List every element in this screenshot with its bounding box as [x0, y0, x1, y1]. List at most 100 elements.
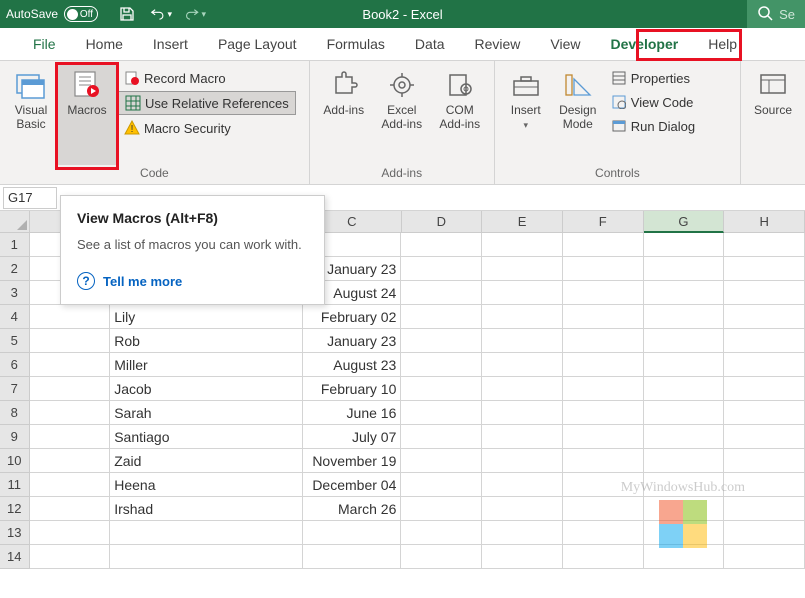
- tab-insert[interactable]: Insert: [138, 28, 203, 61]
- cell[interactable]: [401, 281, 482, 305]
- cell[interactable]: February 10: [303, 377, 401, 401]
- cell[interactable]: [644, 521, 725, 545]
- cell[interactable]: [110, 521, 303, 545]
- row-header[interactable]: 9: [0, 425, 30, 449]
- tab-review[interactable]: Review: [460, 28, 536, 61]
- record-macro-button[interactable]: Record Macro: [118, 67, 296, 89]
- cell[interactable]: March 26: [303, 497, 401, 521]
- cell[interactable]: [30, 545, 111, 569]
- cell[interactable]: [724, 281, 805, 305]
- cell[interactable]: [724, 449, 805, 473]
- cell[interactable]: [724, 377, 805, 401]
- cell[interactable]: Zaid: [110, 449, 303, 473]
- cell[interactable]: [563, 377, 644, 401]
- tell-me-more-link[interactable]: ? Tell me more: [77, 272, 308, 290]
- cell[interactable]: [563, 281, 644, 305]
- cell[interactable]: [303, 521, 401, 545]
- cell[interactable]: [401, 233, 482, 257]
- cell[interactable]: [30, 473, 111, 497]
- row-header[interactable]: 10: [0, 449, 30, 473]
- row-header[interactable]: 5: [0, 329, 30, 353]
- cell[interactable]: [644, 497, 725, 521]
- col-header-h[interactable]: H: [724, 211, 805, 233]
- cell[interactable]: [644, 377, 725, 401]
- cell[interactable]: [482, 377, 563, 401]
- row-header[interactable]: 14: [0, 545, 30, 569]
- tab-formulas[interactable]: Formulas: [312, 28, 400, 61]
- cell[interactable]: June 16: [303, 401, 401, 425]
- row-header[interactable]: 3: [0, 281, 30, 305]
- cell[interactable]: [724, 329, 805, 353]
- select-all-corner[interactable]: [0, 211, 30, 233]
- autosave-toggle[interactable]: AutoSave Off: [6, 6, 98, 22]
- cell[interactable]: [401, 449, 482, 473]
- cell[interactable]: [644, 233, 725, 257]
- tab-view[interactable]: View: [535, 28, 595, 61]
- cell[interactable]: [644, 473, 725, 497]
- cell[interactable]: [482, 425, 563, 449]
- cell[interactable]: [401, 329, 482, 353]
- tab-data[interactable]: Data: [400, 28, 460, 61]
- cell[interactable]: [482, 449, 563, 473]
- row-header[interactable]: 6: [0, 353, 30, 377]
- toggle-switch[interactable]: Off: [64, 6, 98, 22]
- cell[interactable]: November 19: [303, 449, 401, 473]
- cell[interactable]: [30, 497, 111, 521]
- row-header[interactable]: 13: [0, 521, 30, 545]
- cell[interactable]: [644, 329, 725, 353]
- cell[interactable]: [401, 545, 482, 569]
- cell[interactable]: [30, 353, 111, 377]
- cell[interactable]: [401, 377, 482, 401]
- cell[interactable]: [482, 473, 563, 497]
- cell[interactable]: Rob: [110, 329, 303, 353]
- cell[interactable]: January 23: [303, 329, 401, 353]
- cell[interactable]: [724, 521, 805, 545]
- cell[interactable]: [401, 425, 482, 449]
- cell[interactable]: [644, 281, 725, 305]
- cell[interactable]: [563, 401, 644, 425]
- cell[interactable]: [482, 329, 563, 353]
- cell[interactable]: Miller: [110, 353, 303, 377]
- cell[interactable]: August 23: [303, 353, 401, 377]
- cell[interactable]: [303, 545, 401, 569]
- cell[interactable]: [724, 473, 805, 497]
- cell[interactable]: [30, 425, 111, 449]
- row-header[interactable]: 11: [0, 473, 30, 497]
- use-relative-references-button[interactable]: Use Relative References: [118, 91, 296, 115]
- cell[interactable]: [30, 329, 111, 353]
- cell[interactable]: [724, 233, 805, 257]
- cell[interactable]: [110, 545, 303, 569]
- cell[interactable]: [482, 233, 563, 257]
- cell[interactable]: [401, 401, 482, 425]
- cell[interactable]: [30, 377, 111, 401]
- row-header[interactable]: 7: [0, 377, 30, 401]
- cell[interactable]: [644, 353, 725, 377]
- properties-button[interactable]: Properties: [605, 67, 701, 89]
- row-header[interactable]: 2: [0, 257, 30, 281]
- cell[interactable]: February 02: [303, 305, 401, 329]
- cell[interactable]: [724, 353, 805, 377]
- cell[interactable]: [30, 305, 111, 329]
- cell[interactable]: [401, 473, 482, 497]
- cell[interactable]: July 07: [303, 425, 401, 449]
- row-header[interactable]: 8: [0, 401, 30, 425]
- cell[interactable]: [563, 329, 644, 353]
- tab-page-layout[interactable]: Page Layout: [203, 28, 312, 61]
- col-header-d[interactable]: D: [402, 211, 483, 233]
- cell[interactable]: [644, 401, 725, 425]
- cell[interactable]: [563, 545, 644, 569]
- cell[interactable]: [563, 473, 644, 497]
- cell[interactable]: [563, 521, 644, 545]
- cell[interactable]: Heena: [110, 473, 303, 497]
- cell[interactable]: [724, 305, 805, 329]
- col-header-f[interactable]: F: [563, 211, 644, 233]
- name-box[interactable]: G17: [3, 187, 57, 209]
- undo-icon[interactable]: ▾: [150, 3, 172, 25]
- run-dialog-button[interactable]: Run Dialog: [605, 115, 701, 137]
- cell[interactable]: [644, 257, 725, 281]
- cell[interactable]: Santiago: [110, 425, 303, 449]
- cell[interactable]: [724, 257, 805, 281]
- cell[interactable]: [401, 305, 482, 329]
- cell[interactable]: [482, 497, 563, 521]
- cell[interactable]: [724, 497, 805, 521]
